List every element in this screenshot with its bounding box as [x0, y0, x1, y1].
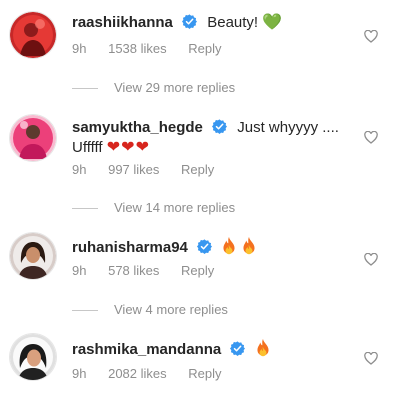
view-replies-button[interactable]: View 29 more replies [72, 80, 235, 95]
avatar[interactable] [10, 233, 56, 279]
comment-time: 9h [72, 366, 87, 381]
view-replies-button[interactable]: View 4 more replies [72, 302, 228, 317]
username[interactable]: raashiikhanna [72, 14, 173, 31]
avatar[interactable] [10, 115, 56, 161]
reply-button[interactable]: Reply [181, 263, 214, 278]
view-replies-button[interactable]: View 14 more replies [72, 200, 235, 215]
comment-line-2: Ufffff ❤❤❤ [72, 137, 150, 158]
avatar[interactable] [10, 334, 56, 380]
comment-time: 9h [72, 41, 87, 56]
fire-icon [242, 237, 256, 255]
comment-time: 9h [72, 263, 87, 278]
username[interactable]: rashmika_mandanna [72, 341, 221, 358]
likes-count[interactable]: 2082 likes [108, 366, 167, 381]
comment-meta: 9h 1538 likes Reply [72, 41, 240, 56]
comment-line: rashmika_mandanna [72, 339, 358, 360]
comment-text-continued: Ufffff [72, 139, 103, 156]
heart-icon[interactable] [364, 253, 378, 266]
view-replies-label: View 4 more replies [114, 302, 228, 317]
username[interactable]: samyuktha_hegde [72, 119, 203, 136]
divider [72, 88, 98, 90]
likes-count[interactable]: 997 likes [108, 162, 159, 177]
likes-count[interactable]: 1538 likes [108, 41, 167, 56]
reply-button[interactable]: Reply [188, 366, 221, 381]
comment-meta: 9h 2082 likes Reply [72, 366, 240, 381]
view-replies-label: View 29 more replies [114, 80, 236, 95]
fire-icon [256, 339, 270, 357]
divider [72, 310, 98, 312]
reply-button[interactable]: Reply [188, 41, 221, 56]
comment-time: 9h [72, 162, 87, 177]
username[interactable]: ruhanisharma94 [72, 239, 188, 256]
avatar[interactable] [10, 12, 56, 58]
fire-icon [222, 237, 236, 255]
verified-badge-icon [182, 14, 197, 29]
heart-icon[interactable] [364, 30, 378, 43]
green-heart-emoji: 💚 [262, 12, 283, 31]
verified-badge-icon [197, 239, 212, 254]
comment-meta: 9h 578 likes Reply [72, 263, 232, 278]
likes-count[interactable]: 578 likes [108, 263, 159, 278]
verified-badge-icon [212, 119, 227, 134]
view-replies-label: View 14 more replies [114, 200, 236, 215]
comment-line: ruhanisharma94 [72, 237, 358, 258]
divider [72, 208, 98, 210]
comment-line: samyuktha_hegde Just whyyyy .... [72, 118, 358, 138]
comment-text: Just whyyyy .... [237, 119, 339, 136]
comment-text: Beauty! [207, 14, 259, 31]
comment-meta: 9h 997 likes Reply [72, 162, 232, 177]
red-heart-emoji: ❤❤❤ [106, 137, 150, 156]
reply-button[interactable]: Reply [181, 162, 214, 177]
comment-line: raashiikhanna Beauty! 💚 [72, 12, 358, 33]
heart-icon[interactable] [364, 131, 378, 144]
heart-icon[interactable] [364, 352, 378, 365]
verified-badge-icon [230, 341, 245, 356]
